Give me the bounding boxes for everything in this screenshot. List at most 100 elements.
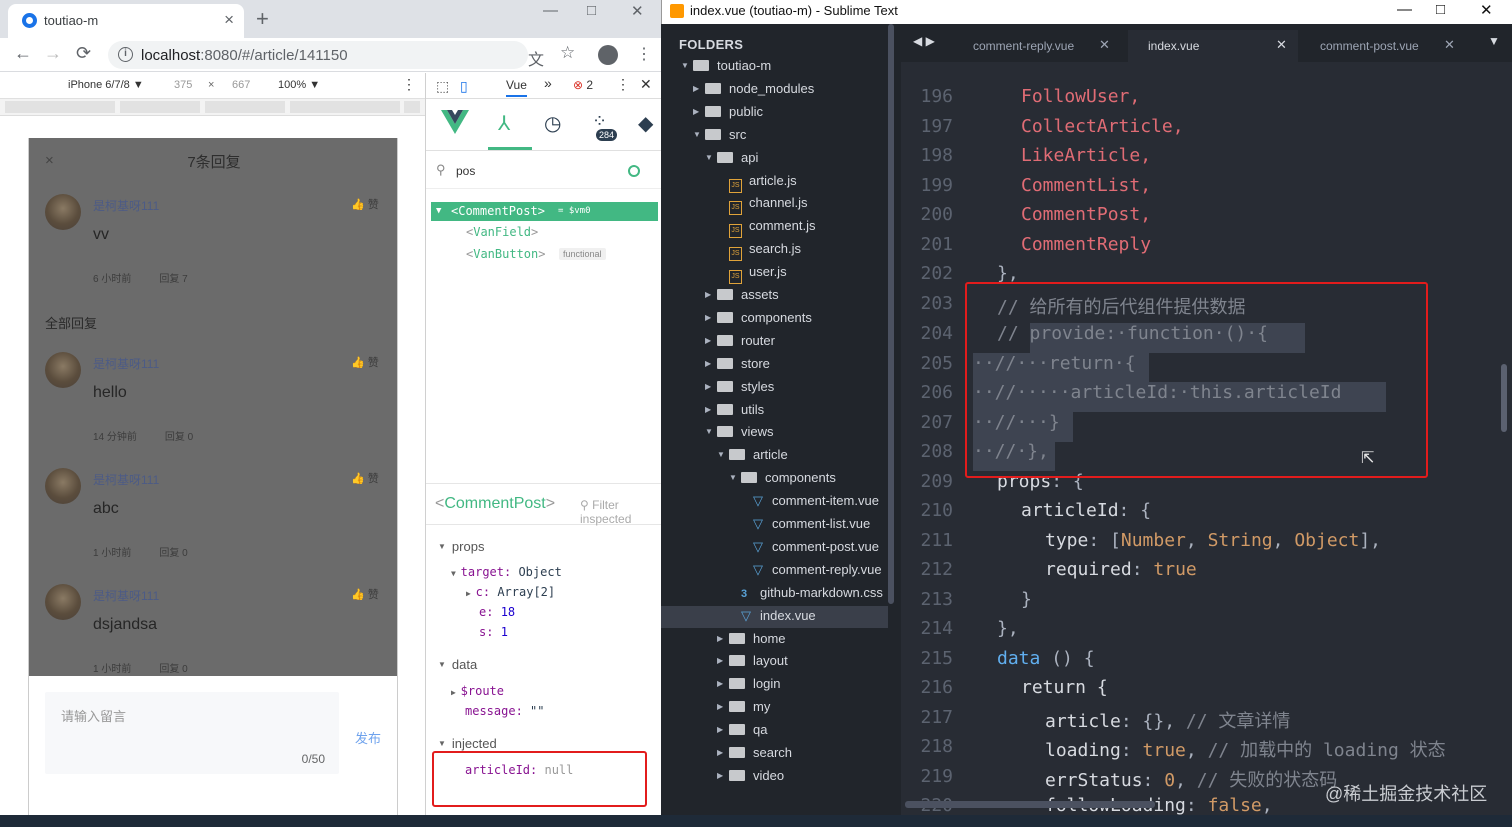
device-height[interactable]: 667 bbox=[232, 79, 250, 91]
close-window-button[interactable]: ✕ bbox=[1480, 1, 1493, 19]
tab-comment-reply[interactable]: comment-reply.vue ✕ bbox=[953, 30, 1123, 62]
tree-item[interactable]: ▶ search bbox=[717, 745, 792, 765]
inspect-element-icon[interactable]: ⬚ bbox=[436, 78, 449, 95]
tab-index-vue[interactable]: index.vue ✕ bbox=[1128, 30, 1298, 62]
close-window-button[interactable]: ✕ bbox=[631, 2, 644, 20]
like-button[interactable]: 👍 赞 bbox=[351, 470, 379, 486]
tab-nav-arrows[interactable]: ◀ ▶ bbox=[913, 34, 935, 48]
maximize-button[interactable]: □ bbox=[587, 2, 596, 19]
tree-node[interactable]: <VanField> bbox=[466, 225, 538, 239]
tree-item[interactable]: ▽ comment-item.vue bbox=[741, 493, 879, 513]
collapsed-arrow-icon[interactable]: ▶ bbox=[705, 336, 717, 345]
component-search[interactable]: ⚲ pos bbox=[426, 153, 661, 189]
tree-item[interactable]: ▽ comment-list.vue bbox=[741, 516, 870, 536]
tree-item[interactable]: ▼ views bbox=[705, 424, 774, 444]
tab-menu-icon[interactable]: ▼ bbox=[1488, 34, 1500, 48]
kebab-icon[interactable]: ⋮ bbox=[636, 44, 652, 64]
tab-comment-post[interactable]: comment-post.vue ✕ bbox=[1301, 30, 1476, 62]
collapsed-arrow-icon[interactable]: ▶ bbox=[705, 382, 717, 391]
expanded-arrow-icon[interactable]: ▼ bbox=[705, 427, 717, 436]
expanded-arrow-icon[interactable]: ▼ bbox=[717, 450, 729, 459]
tree-item[interactable]: JS article.js bbox=[717, 173, 797, 193]
error-count[interactable]: ⊗ 2 bbox=[573, 78, 593, 92]
browser-tab[interactable]: toutiao-m × bbox=[8, 4, 244, 38]
refresh-icon[interactable] bbox=[628, 165, 640, 177]
device-width[interactable]: 375 bbox=[174, 79, 192, 91]
tree-item[interactable]: ▽ index.vue bbox=[729, 608, 816, 628]
collapsed-arrow-icon[interactable]: ▶ bbox=[717, 725, 729, 734]
tree-item[interactable]: ▽ comment-reply.vue bbox=[741, 562, 882, 582]
avatar[interactable] bbox=[45, 468, 81, 504]
tree-item[interactable]: JS search.js bbox=[717, 241, 801, 262]
tree-item[interactable]: ▼ article bbox=[717, 447, 788, 467]
filter-inspected-input[interactable]: ⚲ Filter inspected bbox=[580, 498, 661, 526]
zoom-select[interactable]: 100% ▼ bbox=[278, 79, 320, 91]
avatar[interactable] bbox=[45, 584, 81, 620]
prop-c[interactable]: ▶ c: Array[2] bbox=[466, 585, 555, 599]
injected-section-toggle[interactable]: injected bbox=[438, 736, 497, 751]
tree-node[interactable]: <VanButton> bbox=[466, 247, 546, 261]
tree-item[interactable]: ▶ my bbox=[717, 699, 770, 719]
tree-item[interactable]: 3 github-markdown.css bbox=[729, 585, 883, 605]
reply-button[interactable]: 回复 0 bbox=[159, 548, 187, 559]
tree-item[interactable]: ▶ home bbox=[717, 631, 786, 651]
close-tab-icon[interactable]: ✕ bbox=[1276, 37, 1287, 53]
tab-vue[interactable]: Vue bbox=[506, 78, 527, 97]
tree-item[interactable]: ▽ comment-post.vue bbox=[741, 539, 879, 559]
collapsed-arrow-icon[interactable]: ▶ bbox=[717, 656, 729, 665]
reload-button[interactable]: ⟳ bbox=[76, 43, 91, 64]
close-tab-icon[interactable]: ✕ bbox=[1444, 37, 1455, 53]
new-tab-button[interactable]: + bbox=[256, 6, 269, 32]
address-bar[interactable]: i localhost:8080/#/article/141150 文 bbox=[108, 41, 544, 69]
expanded-arrow-icon[interactable]: ▼ bbox=[705, 153, 717, 162]
data-route[interactable]: ▶ $route bbox=[451, 684, 504, 698]
prop-target[interactable]: ▼ target: Object bbox=[451, 565, 562, 579]
tree-item[interactable]: ▶ video bbox=[717, 768, 784, 788]
tree-item[interactable]: JS channel.js bbox=[717, 195, 808, 216]
vertical-scrollbar[interactable] bbox=[1501, 364, 1507, 432]
close-tab-icon[interactable]: ✕ bbox=[1099, 37, 1110, 53]
close-tab-icon[interactable]: × bbox=[224, 10, 234, 30]
back-button[interactable]: ← bbox=[14, 43, 32, 64]
site-info-icon[interactable]: i bbox=[118, 47, 133, 62]
reply-button[interactable]: 回复 0 bbox=[159, 664, 187, 675]
collapsed-arrow-icon[interactable]: ▶ bbox=[705, 290, 717, 299]
tree-item[interactable]: ▶ utils bbox=[705, 402, 764, 422]
tree-item[interactable]: ▶ qa bbox=[717, 722, 767, 742]
minimize-button[interactable]: — bbox=[1397, 1, 1412, 18]
tree-node-selected[interactable]: ▼ <CommentPost> = $vm0 bbox=[431, 202, 658, 221]
collapsed-arrow-icon[interactable]: ▶ bbox=[717, 748, 729, 757]
collapsed-arrow-icon[interactable]: ▶ bbox=[705, 359, 717, 368]
components-tab-icon[interactable]: ⅄ bbox=[498, 111, 510, 136]
data-section-toggle[interactable]: data bbox=[438, 657, 477, 672]
tree-item[interactable]: ▼ components bbox=[729, 470, 836, 490]
sidebar-scrollbar[interactable] bbox=[888, 24, 894, 604]
device-more-icon[interactable]: ⋮ bbox=[402, 76, 416, 93]
maximize-button[interactable]: □ bbox=[1436, 1, 1445, 18]
device-select[interactable]: iPhone 6/7/8 ▼ bbox=[68, 79, 144, 91]
collapsed-arrow-icon[interactable]: ▶ bbox=[705, 313, 717, 322]
star-icon[interactable]: ☆ bbox=[560, 43, 575, 63]
translate-icon[interactable]: 文 bbox=[528, 46, 544, 70]
tree-item[interactable]: JS comment.js bbox=[717, 218, 815, 239]
tree-item[interactable]: ▼ toutiao-m bbox=[681, 58, 771, 78]
comment-textarea[interactable]: 请输入留言 0/50 bbox=[45, 692, 339, 774]
tree-item[interactable]: ▶ public bbox=[693, 104, 763, 124]
tree-item[interactable]: ▶ styles bbox=[705, 379, 774, 399]
avatar[interactable] bbox=[45, 194, 81, 230]
tree-item[interactable]: ▼ src bbox=[693, 127, 746, 147]
collapsed-arrow-icon[interactable]: ▶ bbox=[717, 679, 729, 688]
reply-button[interactable]: 回复 7 bbox=[159, 274, 187, 285]
tree-item[interactable]: ▶ store bbox=[705, 356, 770, 376]
expanded-arrow-icon[interactable]: ▼ bbox=[681, 61, 693, 70]
timeline-tab-icon[interactable]: ◷ bbox=[544, 111, 561, 136]
tree-item[interactable]: JS user.js bbox=[717, 264, 787, 285]
tree-item[interactable]: ▼ api bbox=[705, 150, 758, 170]
search-input[interactable]: pos bbox=[456, 164, 475, 178]
close-devtools-icon[interactable]: ✕ bbox=[640, 76, 652, 93]
horizontal-scrollbar[interactable] bbox=[905, 801, 1155, 808]
tree-item[interactable]: ▶ layout bbox=[717, 653, 788, 673]
collapsed-arrow-icon[interactable]: ▶ bbox=[693, 107, 705, 116]
collapsed-arrow-icon[interactable]: ▶ bbox=[693, 84, 705, 93]
collapsed-arrow-icon[interactable]: ▶ bbox=[717, 771, 729, 780]
